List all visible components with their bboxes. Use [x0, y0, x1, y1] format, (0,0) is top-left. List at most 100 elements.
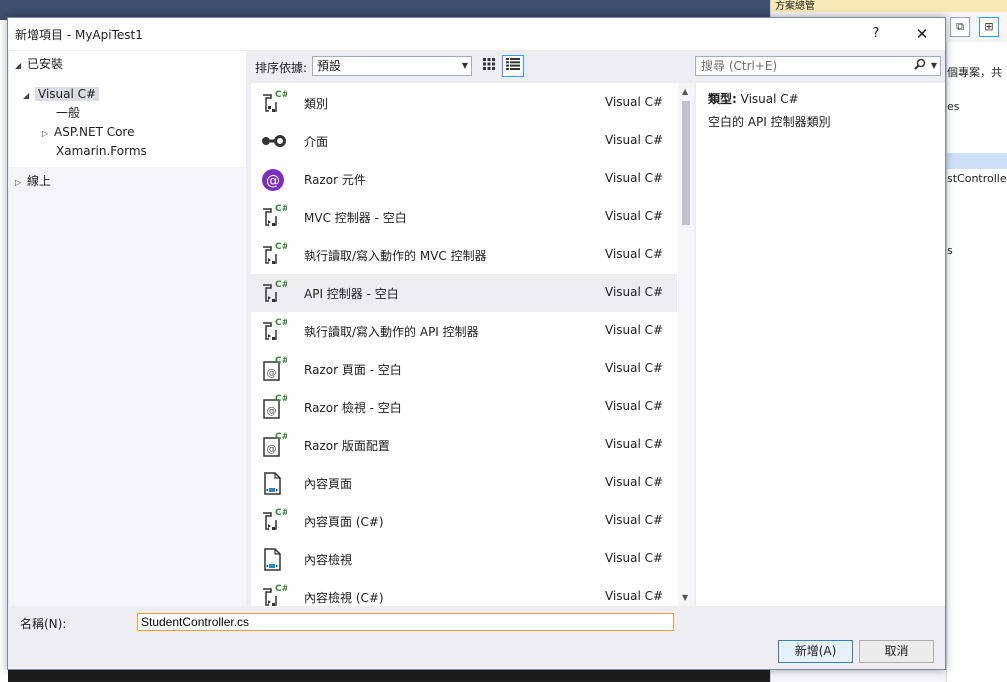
- dialog-title: 新增項目 - MyApiTest1: [15, 28, 143, 42]
- svg-text:C#: C#: [275, 242, 287, 252]
- razor-page-icon: @ C#: [259, 431, 289, 459]
- list-item[interactable]: C# 類別 Visual C#: [251, 84, 677, 122]
- help-button[interactable]: ?: [866, 24, 886, 44]
- template-name: Razor 檢視 - 空白: [304, 401, 402, 415]
- svg-text:C#: C#: [275, 356, 287, 366]
- collapsed-arrow-icon[interactable]: ▷: [15, 174, 27, 192]
- solution-tree-row-label: s: [947, 244, 953, 257]
- template-language: Visual C#: [605, 285, 664, 299]
- template-name: 介面: [304, 135, 329, 149]
- close-button[interactable]: ✕: [912, 24, 932, 44]
- name-field[interactable]: [137, 613, 674, 631]
- type-key: 類型:: [708, 92, 737, 106]
- svg-text:C#: C#: [275, 508, 287, 518]
- controller-icon: C#: [259, 241, 289, 269]
- name-label: 名稱(N):: [20, 617, 67, 631]
- list-item[interactable]: 內容頁面 Visual C#: [251, 464, 677, 502]
- solution-tree-row[interactable]: 個專案，共: [947, 64, 1007, 82]
- controller-icon: C#: [259, 279, 289, 307]
- type-value: Visual C#: [740, 92, 799, 106]
- svg-text:@: @: [267, 406, 277, 417]
- list-item[interactable]: @ C# Razor 頁面 - 空白 Visual C#: [251, 350, 677, 388]
- solution-tree: 個專案，共 es stControlle s: [946, 42, 1007, 682]
- template-language: Visual C#: [605, 513, 664, 527]
- list-item[interactable]: C# API 控制器 - 空白 Visual C#: [251, 274, 677, 312]
- solution-tree-row[interactable]: s: [947, 244, 1007, 262]
- template-language: Visual C#: [605, 361, 664, 375]
- details-pane: 類型: Visual C# 空白的 API 控制器類別: [696, 83, 945, 606]
- tree-item-general[interactable]: 一般: [56, 104, 80, 122]
- tree-item-label: 已安裝: [27, 57, 64, 71]
- template-language: Visual C#: [605, 475, 664, 489]
- svg-text:C#: C#: [275, 394, 287, 404]
- solution-explorer-header: 方案總管: [771, 0, 1007, 12]
- list-item[interactable]: @ C# Razor 版面配置 Visual C#: [251, 426, 677, 464]
- list-item[interactable]: @ Razor 元件 Visual C#: [251, 160, 677, 198]
- template-list-scrollbar[interactable]: ▲ ▼: [678, 83, 694, 606]
- svg-text:@: @: [267, 444, 277, 455]
- tree-item-label: ASP.NET Core: [54, 125, 135, 139]
- list-item[interactable]: C# 內容檢視 (C#) Visual C#: [251, 578, 677, 606]
- list-item[interactable]: C# MVC 控制器 - 空白 Visual C#: [251, 198, 677, 236]
- copy-icon[interactable]: ⧉: [950, 17, 970, 37]
- svg-text:C#: C#: [275, 90, 287, 100]
- expanded-arrow-icon: ◢: [23, 91, 30, 100]
- solution-tree-row-label: es: [947, 100, 960, 113]
- tree-item-label: Visual C#: [35, 87, 100, 101]
- svg-text:@: @: [267, 368, 277, 379]
- template-list: C# 類別 Visual C# 介面 Visual C# @ Razor 元件 Visual …: [251, 83, 694, 606]
- scroll-down-icon[interactable]: ▼: [682, 593, 688, 602]
- list-item[interactable]: C# 執行讀取/寫入動作的 MVC 控制器 Visual C#: [251, 236, 677, 274]
- controller-icon: C#: [259, 203, 289, 231]
- template-name: Razor 元件: [304, 173, 366, 187]
- search-input[interactable]: 搜尋 (Ctrl+E) ▼: [695, 56, 941, 76]
- tree-item-xamarin-forms[interactable]: Xamarin.Forms: [56, 142, 147, 160]
- category-tree: ◢ 已安裝 ◢ Visual C# 一般 ▷ ASP.NET Core Xamarin…: [9, 51, 246, 606]
- list-item[interactable]: C# 內容頁面 (C#) Visual C#: [251, 502, 677, 540]
- template-language: Visual C#: [605, 133, 664, 147]
- scroll-up-icon[interactable]: ▲: [682, 87, 688, 96]
- svg-text:C#: C#: [275, 204, 287, 214]
- tree-item-label: 線上: [27, 174, 52, 188]
- collapsed-arrow-icon[interactable]: ▷: [42, 125, 54, 143]
- tree-item-aspnet-core[interactable]: ▷ ASP.NET Core: [42, 123, 134, 141]
- content-page-icon: [259, 545, 287, 573]
- scrollbar-thumb[interactable]: [682, 101, 690, 225]
- small-icons-view-button[interactable]: [478, 55, 500, 77]
- solution-tree-row[interactable]: stControlle: [947, 172, 1007, 190]
- solution-tree-row[interactable]: es: [947, 100, 1007, 118]
- template-name: API 控制器 - 空白: [304, 287, 399, 301]
- search-icon: [914, 57, 926, 75]
- tree-item-visual-csharp[interactable]: ◢ Visual C#: [23, 85, 100, 103]
- list-view-button[interactable]: [502, 55, 524, 77]
- add-new-item-dialog: 新增項目 - MyApiTest1 ? ✕ ◢ 已安裝 ◢ Visual C# 一般…: [7, 17, 946, 670]
- properties-icon[interactable]: ⊞: [979, 17, 999, 37]
- template-language: Visual C#: [605, 95, 664, 109]
- solution-explorer-title: 方案總管: [775, 1, 815, 12]
- sort-dropdown[interactable]: 預設 ▼: [312, 56, 472, 76]
- list-item[interactable]: @ C# Razor 檢視 - 空白 Visual C#: [251, 388, 677, 426]
- template-language: Visual C#: [605, 209, 664, 223]
- tree-item-online[interactable]: ▷ 線上: [15, 172, 51, 190]
- svg-text:@: @: [266, 173, 280, 189]
- controller-icon: C#: [259, 317, 289, 345]
- chevron-down-icon[interactable]: ▼: [931, 57, 937, 75]
- add-button[interactable]: 新增(A): [778, 640, 853, 663]
- razor-component-icon: @: [259, 165, 287, 193]
- svg-text:C#: C#: [275, 318, 287, 328]
- tree-item-installed[interactable]: ◢ 已安裝: [15, 55, 63, 73]
- razor-page-icon: @ C#: [259, 393, 289, 421]
- template-name: MVC 控制器 - 空白: [304, 211, 407, 225]
- tree-item-label: Xamarin.Forms: [56, 144, 147, 158]
- solution-tree-row-label: stControlle: [947, 172, 1007, 185]
- tree-item-label: 一般: [56, 106, 81, 120]
- interface-icon: [259, 127, 287, 155]
- cancel-button[interactable]: 取消: [859, 640, 934, 663]
- solution-tree-row[interactable]: [947, 153, 1007, 169]
- solution-tree-row-label: 個專案，共: [947, 66, 1002, 79]
- list-item[interactable]: C# 執行讀取/寫入動作的 API 控制器 Visual C#: [251, 312, 677, 350]
- template-language: Visual C#: [605, 589, 664, 603]
- list-item[interactable]: 內容檢視 Visual C#: [251, 540, 677, 578]
- list-item[interactable]: 介面 Visual C#: [251, 122, 677, 160]
- list-view-icon: [506, 58, 520, 70]
